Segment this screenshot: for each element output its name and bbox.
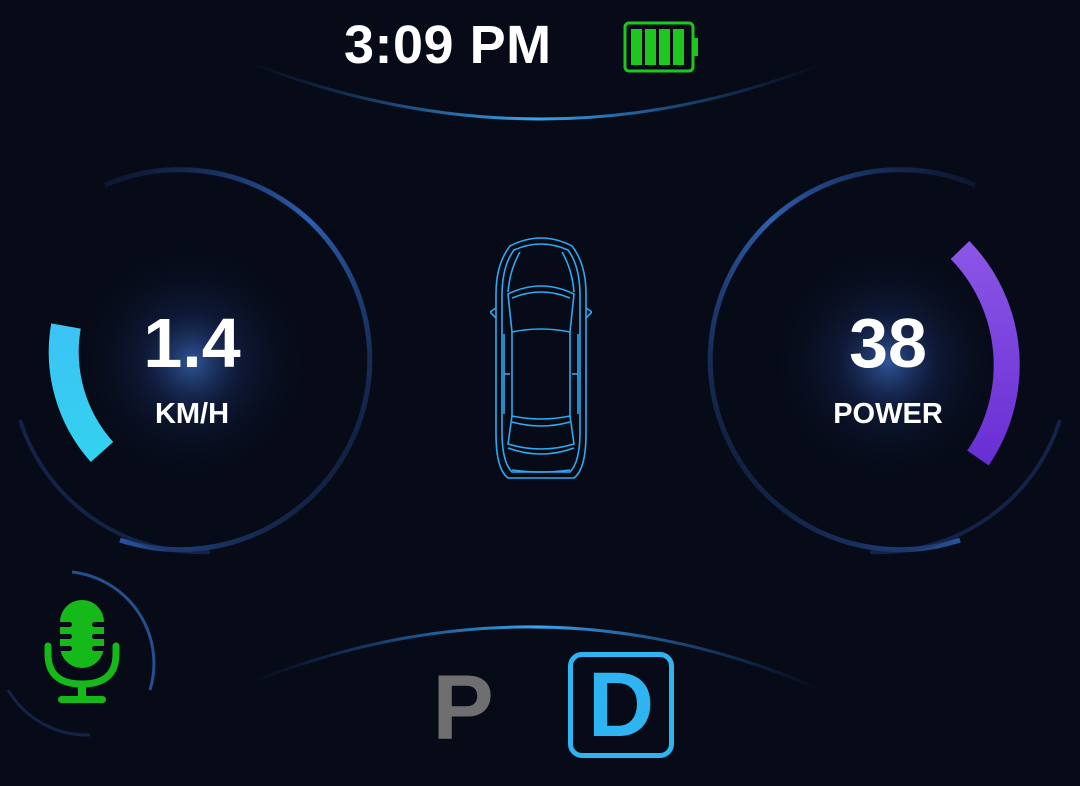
speed-gauge: 1.4 KM/H	[92, 308, 292, 431]
power-unit-label: POWER	[833, 398, 943, 430]
gear-drive-label: D	[587, 654, 655, 756]
car-top-view-icon	[490, 237, 592, 479]
clock-time: 3:09 PM	[344, 15, 552, 75]
microphone-icon[interactable]	[42, 598, 122, 706]
gear-park-button[interactable]: P	[418, 662, 508, 754]
bottom-divider-arc	[251, 625, 823, 692]
speed-value: 1.4	[143, 304, 241, 382]
speed-unit-label: KM/H	[154, 398, 230, 430]
power-gauge: 38 POWER	[788, 308, 988, 431]
battery-full-icon	[623, 21, 698, 73]
gear-drive-button[interactable]: D	[568, 652, 674, 758]
power-value: 38	[849, 304, 927, 382]
